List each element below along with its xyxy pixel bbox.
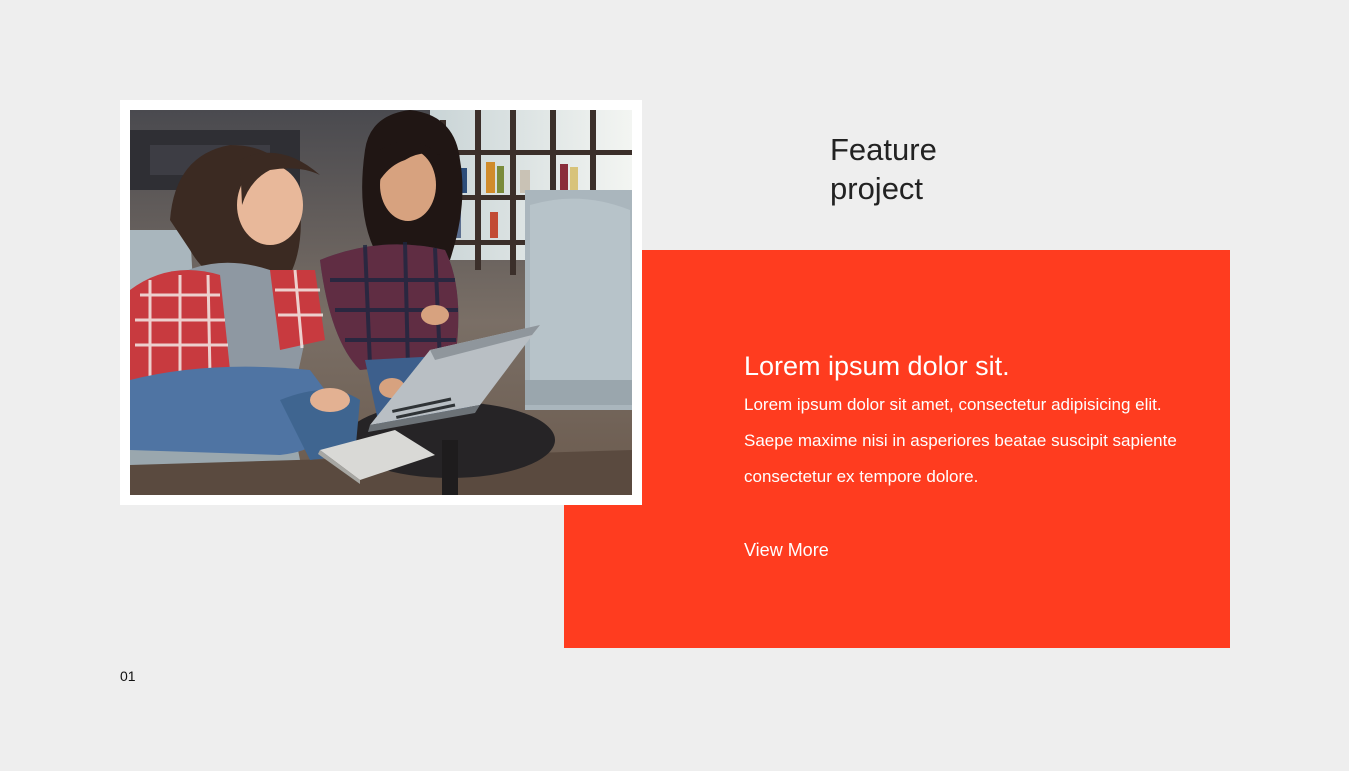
- view-more-link[interactable]: View More: [744, 538, 829, 562]
- card-content: Lorem ipsum dolor sit. Lorem ipsum dolor…: [744, 349, 1204, 495]
- feature-title-line1: Feature: [830, 132, 937, 167]
- feature-photo: [130, 110, 632, 495]
- feature-title-line2: project: [830, 171, 924, 206]
- feature-title: Feature project: [830, 130, 990, 208]
- card-body: Lorem ipsum dolor sit amet, consectetur …: [744, 395, 1177, 486]
- slide-number: 01: [120, 668, 136, 684]
- feature-photo-frame: [120, 100, 642, 505]
- card-heading: Lorem ipsum dolor sit.: [744, 351, 1010, 381]
